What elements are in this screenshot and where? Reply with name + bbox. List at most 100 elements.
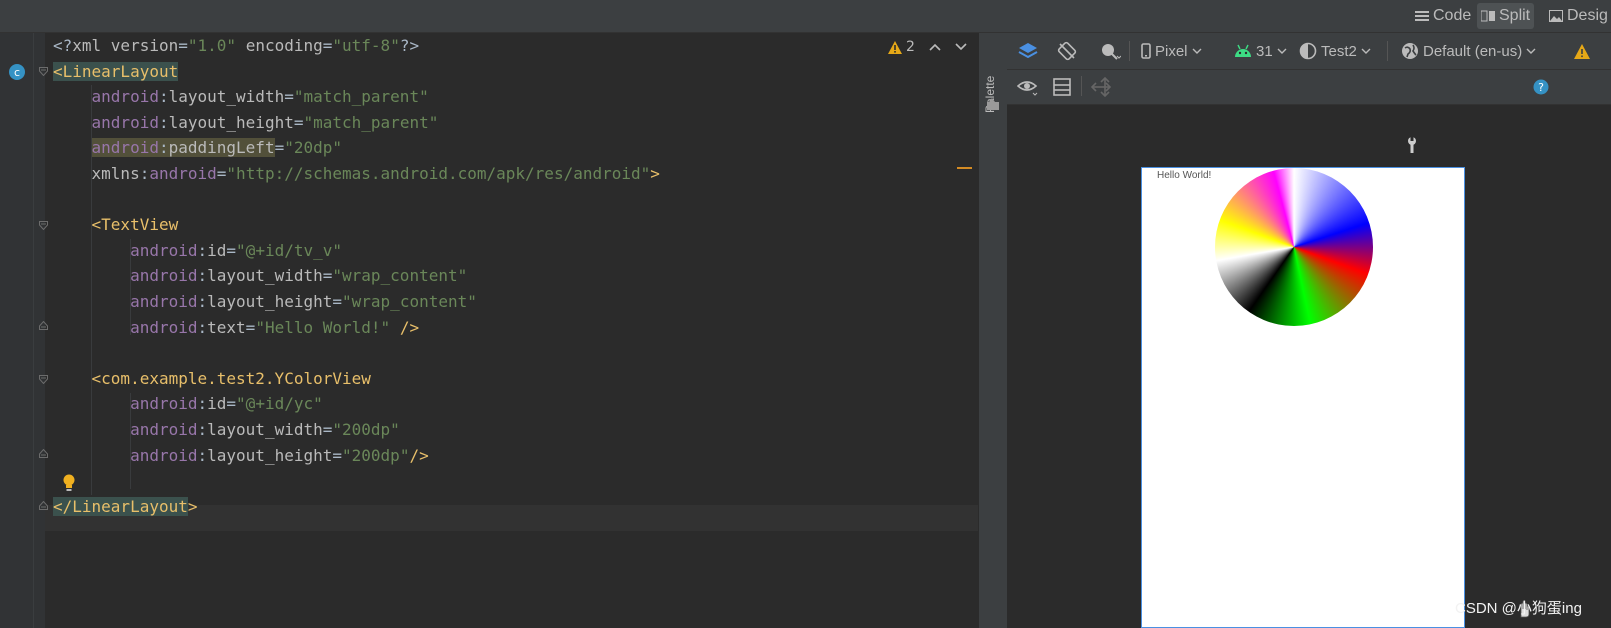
chevron-down-icon[interactable] xyxy=(955,43,967,51)
design-subtoolbar: ? xyxy=(1007,70,1611,105)
code-token: id xyxy=(207,394,227,414)
code-token: "200dp" xyxy=(332,420,400,439)
code-line[interactable]: android:layout_width="wrap_content" xyxy=(53,263,467,289)
code-line[interactable]: <TextView xyxy=(53,212,179,238)
code-line[interactable]: android:layout_height="match_parent" xyxy=(53,110,439,136)
code-token: xmlns xyxy=(91,164,140,183)
code-token: "@+id/yc" xyxy=(236,394,323,414)
design-view-button[interactable]: Desig xyxy=(1545,3,1611,29)
code-token: : xyxy=(197,445,208,465)
code-token: : xyxy=(197,266,208,286)
code-token: : xyxy=(197,317,208,337)
theme-icon xyxy=(1299,42,1317,60)
code-line[interactable] xyxy=(53,187,63,213)
warning-scroll-marker[interactable] xyxy=(957,167,972,169)
code-lines-icon xyxy=(1415,11,1429,21)
code-token: android xyxy=(149,164,217,183)
code-token: android xyxy=(130,292,198,311)
code-token: = xyxy=(226,240,237,260)
code-editor[interactable]: c <?xml version="1.0" encoding="utf-8"?>… xyxy=(0,33,978,628)
color-wheel-view[interactable] xyxy=(1215,168,1373,326)
split-view-button[interactable]: Split xyxy=(1477,3,1535,29)
code-line[interactable] xyxy=(53,340,63,366)
hello-world-text[interactable]: Hello World! xyxy=(1157,170,1211,181)
code-token: = xyxy=(322,420,333,439)
code-token: android xyxy=(91,112,159,132)
code-token: "20dp" xyxy=(284,138,343,158)
code-line[interactable]: <com.example.test2.YColorView xyxy=(53,366,371,392)
code-token: <TextView xyxy=(91,215,179,235)
code-token: layout_height xyxy=(207,292,333,311)
fold-open-icon[interactable] xyxy=(39,67,48,76)
design-surface-button[interactable] xyxy=(1017,33,1043,69)
device-selector[interactable]: Pixel xyxy=(1141,33,1206,69)
chevron-down-icon xyxy=(1277,48,1287,54)
device-preview[interactable]: Hello World! xyxy=(1141,167,1465,628)
code-token: = xyxy=(226,394,237,414)
fold-open-icon[interactable] xyxy=(39,221,48,230)
fold-close-icon[interactable] xyxy=(39,449,48,458)
code-token: <com.example.test2.YColorView xyxy=(91,368,371,388)
code-line[interactable]: android:paddingLeft="20dp" xyxy=(53,135,342,161)
inspection-widget[interactable]: 2 xyxy=(888,39,967,55)
code-line[interactable]: android:id="@+id/tv_v" xyxy=(53,238,342,264)
code-line[interactable]: android:text="Hello World!" /> xyxy=(53,315,419,341)
code-line[interactable]: android:id="@+id/yc" xyxy=(53,391,323,417)
code-view-button[interactable]: Code xyxy=(1411,3,1475,29)
code-token: "wrap_content" xyxy=(342,292,477,311)
code-token: > xyxy=(187,496,198,516)
code-token: "1.0" xyxy=(187,36,237,55)
wrench-icon[interactable] xyxy=(1405,136,1419,154)
fold-open-icon[interactable] xyxy=(39,375,48,384)
code-line[interactable]: android:layout_height="200dp"/> xyxy=(53,443,429,469)
code-line[interactable]: </LinearLayout> xyxy=(53,494,198,520)
code-token: "match_parent" xyxy=(303,112,439,132)
code-token: : xyxy=(197,292,208,311)
class-badge-icon[interactable]: c xyxy=(8,63,26,81)
code-line[interactable]: android:layout_height="wrap_content" xyxy=(53,289,477,315)
eye-icon[interactable] xyxy=(1017,78,1039,98)
lightbulb-icon[interactable] xyxy=(62,474,76,492)
night-mode-button[interactable] xyxy=(1099,33,1125,69)
code-token: "match_parent" xyxy=(293,87,429,107)
fold-close-icon[interactable] xyxy=(39,501,48,510)
api-level-selector[interactable]: 31 xyxy=(1234,33,1291,69)
help-icon[interactable]: ? xyxy=(1533,79,1549,95)
code-token: : xyxy=(158,138,169,158)
code-token: paddingLeft xyxy=(168,138,275,158)
orientation-button[interactable] xyxy=(1057,33,1081,69)
code-line[interactable] xyxy=(53,468,63,494)
code-token: id xyxy=(207,240,227,260)
design-view-label: Desig xyxy=(1567,7,1608,24)
code-line[interactable]: <LinearLayout xyxy=(53,59,179,85)
code-line[interactable]: <?xml version="1.0" encoding="utf-8"?> xyxy=(53,33,419,59)
locale-selector[interactable]: Default (en-us) xyxy=(1401,33,1540,69)
split-icon xyxy=(1481,10,1495,22)
vertical-resize-icon xyxy=(1100,77,1110,97)
toolbar-separator xyxy=(1387,41,1388,61)
code-token: "200dp" xyxy=(342,445,410,465)
code-token: layout_height xyxy=(207,445,333,465)
code-line[interactable]: android:layout_width="match_parent" xyxy=(53,84,429,110)
code-token: "utf-8" xyxy=(332,36,400,55)
code-token: <? xyxy=(53,36,73,55)
code-line[interactable]: xmlns:android="http://schemas.android.co… xyxy=(53,161,660,187)
code-token: = xyxy=(322,36,333,55)
code-token: : xyxy=(197,240,208,260)
code-line[interactable]: android:layout_width="200dp" xyxy=(53,417,400,443)
layout-icon[interactable] xyxy=(1053,78,1071,96)
theme-selector[interactable]: Test2 xyxy=(1299,33,1375,69)
fold-close-icon[interactable] xyxy=(39,321,48,330)
design-toolbar: Pixel 31 Test2 Default (en-us) xyxy=(1007,33,1611,70)
issues-button[interactable] xyxy=(1574,33,1594,69)
chevron-up-icon[interactable] xyxy=(929,43,941,51)
code-token: android xyxy=(130,445,198,465)
code-token: xml version xyxy=(72,36,179,55)
editor-gutter xyxy=(0,33,45,628)
palette-strip[interactable]: Palette xyxy=(978,33,1008,628)
palette-icon xyxy=(987,98,999,110)
